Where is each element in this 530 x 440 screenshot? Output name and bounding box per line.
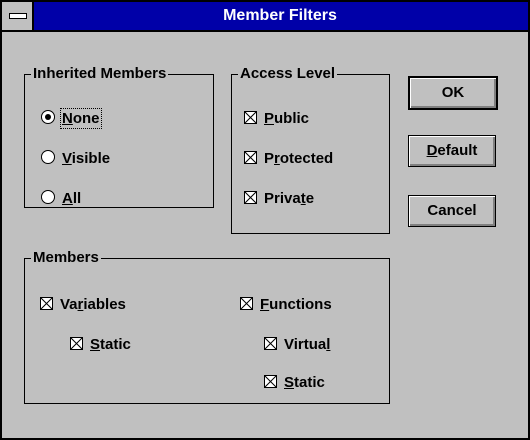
checkbox-functions-label: Functions — [260, 296, 332, 313]
checkbox-functions-virtual[interactable]: Virtual — [264, 335, 330, 355]
system-menu-icon — [9, 13, 27, 19]
checkbox-functions-static[interactable]: Static — [264, 373, 325, 393]
checkbox-functions-virtual-label: Virtual — [284, 336, 331, 353]
title-bar: Member Filters — [2, 2, 528, 32]
checkbox-variables-label: Variables — [60, 296, 126, 313]
default-button[interactable]: Default — [408, 135, 496, 167]
cancel-button[interactable]: Cancel — [408, 195, 496, 227]
members-group: Members Variables Static Functions Virtu… — [24, 248, 390, 404]
checkbox-checked-icon — [264, 375, 277, 388]
radio-unselected-icon — [41, 190, 55, 204]
system-menu-button[interactable] — [2, 2, 34, 30]
checkbox-checked-icon — [244, 111, 257, 124]
radio-all-label: All — [62, 190, 82, 207]
checkbox-checked-icon — [40, 297, 53, 310]
checkbox-functions[interactable]: Functions — [240, 295, 332, 315]
access-level-label: Access Level — [238, 64, 338, 84]
radio-selected-icon — [41, 110, 55, 124]
dialog-title: Member Filters — [223, 7, 337, 24]
checkbox-public[interactable]: Public — [244, 109, 309, 129]
checkbox-checked-icon — [70, 337, 83, 350]
checkbox-protected-label: Protected — [264, 150, 334, 167]
member-filters-dialog: Member Filters Inherited Members None Vi… — [0, 0, 530, 440]
radio-visible[interactable]: Visible — [41, 149, 110, 169]
access-level-group: Access Level Public Protected Private — [231, 64, 390, 234]
radio-none[interactable]: None — [41, 108, 102, 129]
checkbox-protected[interactable]: Protected — [244, 149, 333, 169]
checkbox-checked-icon — [240, 297, 253, 310]
checkbox-variables-static[interactable]: Static — [70, 335, 131, 355]
members-label: Members — [31, 248, 101, 268]
radio-none-label: None — [60, 108, 102, 129]
checkbox-private[interactable]: Private — [244, 189, 314, 209]
ok-button[interactable]: OK — [408, 76, 498, 110]
checkbox-checked-icon — [244, 151, 257, 164]
checkbox-checked-icon — [264, 337, 277, 350]
checkbox-checked-icon — [244, 191, 257, 204]
checkbox-variables-static-label: Static — [90, 336, 131, 353]
checkbox-private-label: Private — [264, 190, 315, 207]
radio-visible-label: Visible — [62, 150, 111, 167]
checkbox-public-label: Public — [264, 110, 310, 127]
checkbox-functions-static-label: Static — [284, 374, 325, 391]
radio-all[interactable]: All — [41, 189, 81, 209]
inherited-members-group: Inherited Members None Visible All — [24, 64, 214, 209]
checkbox-variables[interactable]: Variables — [40, 295, 126, 315]
inherited-members-label: Inherited Members — [31, 64, 169, 84]
radio-unselected-icon — [41, 150, 55, 164]
